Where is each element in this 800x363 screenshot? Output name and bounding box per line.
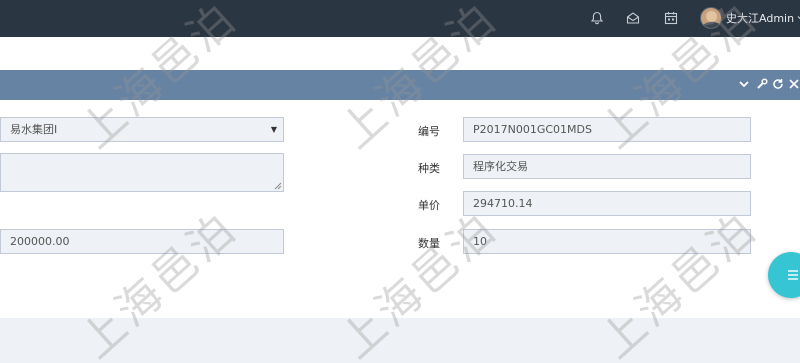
qty-label: 数量: [418, 237, 440, 250]
type-label: 种类: [418, 162, 440, 175]
wrench-icon[interactable]: [756, 78, 768, 90]
price-value: 294710.14: [473, 197, 533, 210]
collapse-icon[interactable]: [738, 78, 750, 90]
bell-icon[interactable]: [590, 11, 604, 25]
code-label: 编号: [418, 125, 440, 138]
caret-down-icon: ▼: [270, 125, 277, 134]
quick-sidebar-button[interactable]: [768, 252, 800, 298]
type-field[interactable]: 程序化交易: [463, 154, 751, 179]
code-field[interactable]: P2017N001GC01MDS: [463, 117, 751, 142]
resize-grip-icon[interactable]: [274, 182, 282, 190]
code-value: P2017N001GC01MDS: [473, 123, 592, 136]
price-field[interactable]: 294710.14: [463, 191, 751, 216]
remark-textarea[interactable]: [0, 153, 284, 192]
envelope-open-icon[interactable]: [626, 11, 640, 25]
amount-field[interactable]: 200000.00: [0, 229, 284, 254]
qty-value: 10: [473, 235, 487, 248]
reload-icon[interactable]: [772, 78, 784, 90]
avatar: [700, 7, 722, 29]
menu-lines-icon: [788, 270, 798, 280]
company-select[interactable]: 易水集团I ▼: [0, 117, 284, 142]
page-footer: [0, 318, 800, 363]
close-icon[interactable]: [788, 78, 800, 90]
price-label: 单价: [418, 199, 440, 212]
qty-field[interactable]: 10: [463, 229, 751, 254]
portlet-title-bar: [0, 70, 800, 100]
top-navbar: 史大江Admin: [0, 0, 800, 37]
type-value: 程序化交易: [473, 160, 528, 173]
calendar-icon[interactable]: [664, 11, 678, 25]
amount-value: 200000.00: [10, 235, 70, 248]
company-select-value: 易水集团I: [10, 123, 58, 136]
user-menu[interactable]: 史大江Admin: [700, 6, 800, 30]
username: 史大江Admin: [726, 12, 795, 25]
